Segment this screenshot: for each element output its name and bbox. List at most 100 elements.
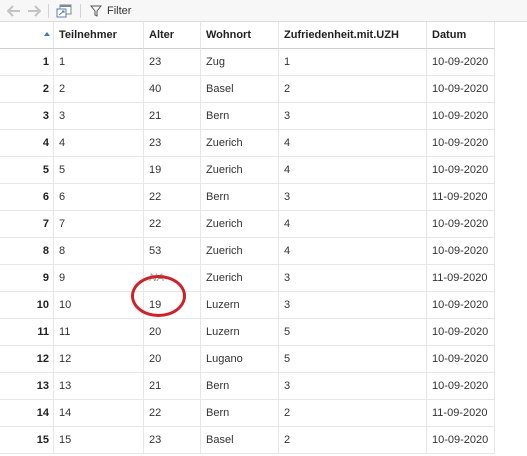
table-row[interactable]: 1 1 23 Zug 1 10-09-2020 [0, 49, 495, 76]
cell-alter[interactable]: 19 [144, 157, 201, 184]
cell-teilnehmer[interactable]: 12 [54, 346, 144, 373]
table-row[interactable]: 8 8 53 Zuerich 4 10-09-2020 [0, 238, 495, 265]
table-row[interactable]: 11 11 20 Luzern 5 10-09-2020 [0, 319, 495, 346]
cell-teilnehmer[interactable]: 9 [54, 265, 144, 292]
cell-datum[interactable]: 10-09-2020 [427, 238, 495, 265]
cell-datum[interactable]: 10-09-2020 [427, 49, 495, 76]
table-row[interactable]: 12 12 20 Lugano 5 10-09-2020 [0, 346, 495, 373]
cell-wohnort[interactable]: Basel [201, 76, 279, 103]
cell-wohnort[interactable]: Bern [201, 184, 279, 211]
cell-alter[interactable]: 22 [144, 211, 201, 238]
cell-wohnort[interactable]: Zuerich [201, 211, 279, 238]
table-row[interactable]: 7 7 22 Zuerich 4 10-09-2020 [0, 211, 495, 238]
cell-alter[interactable]: 22 [144, 400, 201, 427]
column-header-wohnort[interactable]: Wohnort [201, 22, 279, 49]
table-row[interactable]: 13 13 21 Bern 3 10-09-2020 [0, 373, 495, 400]
cell-datum[interactable]: 10-09-2020 [427, 157, 495, 184]
cell-datum[interactable]: 10-09-2020 [427, 103, 495, 130]
column-header-datum[interactable]: Datum [427, 22, 495, 49]
cell-alter[interactable]: 53 [144, 238, 201, 265]
cell-zufriedenheit[interactable]: 3 [279, 103, 427, 130]
cell-wohnort[interactable]: Bern [201, 103, 279, 130]
cell-alter[interactable]: 21 [144, 373, 201, 400]
cell-alter[interactable]: 23 [144, 130, 201, 157]
cell-alter[interactable]: 22 [144, 184, 201, 211]
cell-zufriedenheit[interactable]: 3 [279, 373, 427, 400]
cell-teilnehmer[interactable]: 15 [54, 427, 144, 454]
cell-wohnort[interactable]: Luzern [201, 292, 279, 319]
cell-wohnort[interactable]: Basel [201, 427, 279, 454]
cell-datum[interactable]: 11-09-2020 [427, 400, 495, 427]
window-popout-icon[interactable] [55, 3, 73, 19]
table-row[interactable]: 10 10 19 Luzern 3 10-09-2020 [0, 292, 495, 319]
cell-teilnehmer[interactable]: 2 [54, 76, 144, 103]
cell-zufriedenheit[interactable]: 2 [279, 76, 427, 103]
cell-teilnehmer[interactable]: 10 [54, 292, 144, 319]
cell-zufriedenheit[interactable]: 3 [279, 184, 427, 211]
cell-zufriedenheit[interactable]: 3 [279, 265, 427, 292]
cell-zufriedenheit[interactable]: 3 [279, 292, 427, 319]
cell-zufriedenheit[interactable]: 5 [279, 346, 427, 373]
cell-wohnort[interactable]: Zug [201, 49, 279, 76]
cell-datum[interactable]: 10-09-2020 [427, 427, 495, 454]
column-header-teilnehmer[interactable]: Teilnehmer [54, 22, 144, 49]
cell-zufriedenheit[interactable]: 4 [279, 157, 427, 184]
cell-teilnehmer[interactable]: 8 [54, 238, 144, 265]
arrow-right-icon[interactable] [26, 3, 42, 19]
cell-wohnort[interactable]: Bern [201, 400, 279, 427]
filter-button-label[interactable]: Filter [107, 5, 131, 17]
cell-alter[interactable]: 20 [144, 346, 201, 373]
cell-datum[interactable]: 10-09-2020 [427, 373, 495, 400]
cell-datum[interactable]: 10-09-2020 [427, 211, 495, 238]
cell-datum[interactable]: 10-09-2020 [427, 319, 495, 346]
column-header-zufriedenheit[interactable]: Zufriedenheit.mit.UZH [279, 22, 427, 49]
cell-teilnehmer[interactable]: 7 [54, 211, 144, 238]
cell-datum[interactable]: 10-09-2020 [427, 130, 495, 157]
cell-alter[interactable]: 23 [144, 49, 201, 76]
cell-zufriedenheit[interactable]: 4 [279, 238, 427, 265]
cell-wohnort[interactable]: Zuerich [201, 157, 279, 184]
cell-datum[interactable]: 11-09-2020 [427, 265, 495, 292]
cell-teilnehmer[interactable]: 14 [54, 400, 144, 427]
table-row[interactable]: 4 4 23 Zuerich 4 10-09-2020 [0, 130, 495, 157]
cell-wohnort[interactable]: Zuerich [201, 238, 279, 265]
cell-alter[interactable]: 20 [144, 319, 201, 346]
arrow-left-icon[interactable] [6, 3, 22, 19]
cell-teilnehmer[interactable]: 5 [54, 157, 144, 184]
cell-alter[interactable]: NA [144, 265, 201, 292]
cell-wohnort[interactable]: Lugano [201, 346, 279, 373]
cell-teilnehmer[interactable]: 13 [54, 373, 144, 400]
table-row[interactable]: 15 15 23 Basel 2 10-09-2020 [0, 427, 495, 454]
table-row[interactable]: 5 5 19 Zuerich 4 10-09-2020 [0, 157, 495, 184]
cell-zufriedenheit[interactable]: 4 [279, 211, 427, 238]
cell-zufriedenheit[interactable]: 4 [279, 130, 427, 157]
cell-teilnehmer[interactable]: 11 [54, 319, 144, 346]
cell-datum[interactable]: 10-09-2020 [427, 76, 495, 103]
cell-alter[interactable]: 21 [144, 103, 201, 130]
cell-teilnehmer[interactable]: 3 [54, 103, 144, 130]
cell-wohnort[interactable]: Zuerich [201, 130, 279, 157]
table-row[interactable]: 14 14 22 Bern 2 11-09-2020 [0, 400, 495, 427]
cell-datum[interactable]: 11-09-2020 [427, 184, 495, 211]
column-header-alter[interactable]: Alter [144, 22, 201, 49]
cell-teilnehmer[interactable]: 6 [54, 184, 144, 211]
row-number-header[interactable] [0, 22, 54, 49]
cell-alter[interactable]: 23 [144, 427, 201, 454]
cell-alter[interactable]: 40 [144, 76, 201, 103]
table-row[interactable]: 3 3 21 Bern 3 10-09-2020 [0, 103, 495, 130]
cell-zufriedenheit[interactable]: 2 [279, 427, 427, 454]
cell-alter[interactable]: 19 [144, 292, 201, 319]
cell-wohnort[interactable]: Luzern [201, 319, 279, 346]
cell-teilnehmer[interactable]: 4 [54, 130, 144, 157]
cell-wohnort[interactable]: Bern [201, 373, 279, 400]
cell-teilnehmer[interactable]: 1 [54, 49, 144, 76]
cell-zufriedenheit[interactable]: 5 [279, 319, 427, 346]
table-row[interactable]: 9 9 NA Zuerich 3 11-09-2020 [0, 265, 495, 292]
cell-wohnort[interactable]: Zuerich [201, 265, 279, 292]
table-row[interactable]: 6 6 22 Bern 3 11-09-2020 [0, 184, 495, 211]
cell-zufriedenheit[interactable]: 2 [279, 400, 427, 427]
table-row[interactable]: 2 2 40 Basel 2 10-09-2020 [0, 76, 495, 103]
funnel-icon[interactable] [89, 3, 103, 19]
cell-zufriedenheit[interactable]: 1 [279, 49, 427, 76]
cell-datum[interactable]: 10-09-2020 [427, 346, 495, 373]
